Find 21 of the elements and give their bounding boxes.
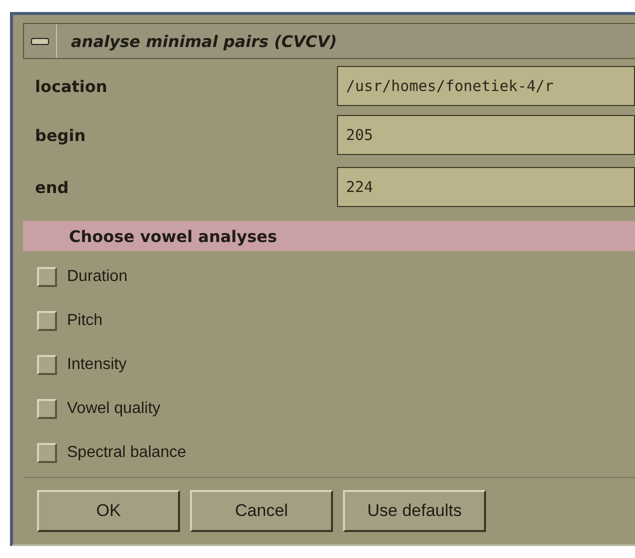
checkbox-label: Spectral balance bbox=[67, 444, 186, 462]
checkbox-label: Pitch bbox=[67, 312, 103, 330]
checkbox-label: Duration bbox=[67, 268, 128, 286]
field-label: end bbox=[35, 178, 69, 196]
field-label: location bbox=[35, 76, 108, 96]
dialog-button[interactable]: Cancel bbox=[190, 490, 333, 532]
checkbox[interactable] bbox=[37, 311, 57, 331]
checkbox[interactable] bbox=[37, 267, 57, 287]
dialog-button[interactable]: OK bbox=[37, 490, 180, 532]
dialog-button[interactable]: Use defaults bbox=[343, 490, 486, 532]
window-title: analyse minimal pairs (CVCV) bbox=[71, 32, 337, 50]
checkbox-label: Vowel quality bbox=[67, 400, 160, 418]
checkbox[interactable] bbox=[37, 443, 57, 463]
field-label: begin bbox=[35, 126, 86, 144]
checkbox[interactable] bbox=[37, 399, 57, 419]
input-field[interactable]: /usr/homes/fonetiek-4/r bbox=[337, 66, 635, 106]
section-title: Choose vowel analyses bbox=[69, 226, 277, 246]
input-field[interactable]: 205 bbox=[337, 115, 635, 155]
checkbox-label: Intensity bbox=[67, 356, 127, 374]
checkbox[interactable] bbox=[37, 355, 57, 375]
input-field[interactable]: 224 bbox=[337, 167, 635, 207]
